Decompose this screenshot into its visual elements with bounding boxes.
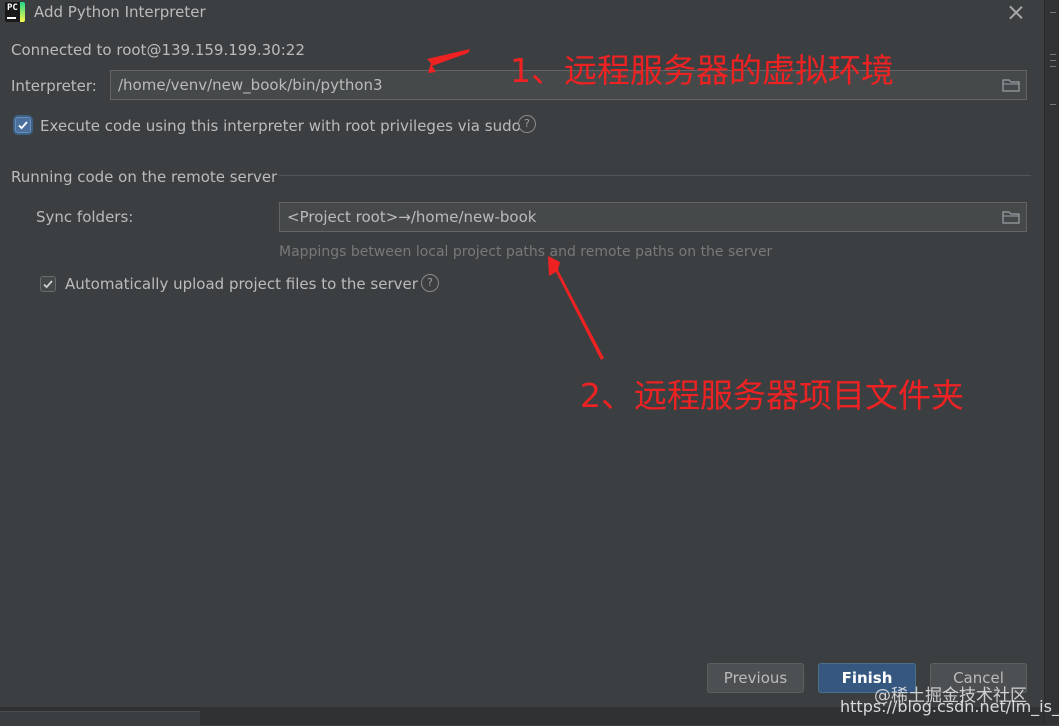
previous-button[interactable]: Previous: [707, 663, 804, 693]
arrow-1-icon: [427, 49, 470, 73]
annotation-2: 2、远程服务器项目文件夹: [580, 376, 964, 415]
watermark-csdn: https://blog.csdn.net/lm_is_dc: [840, 697, 1059, 716]
side-scrollbar[interactable]: [1044, 0, 1059, 725]
annotation-1: 1、远程服务器的虚拟环境: [510, 51, 894, 90]
annotation-arrows: [427, 49, 604, 360]
arrow-2-icon: [548, 256, 604, 360]
